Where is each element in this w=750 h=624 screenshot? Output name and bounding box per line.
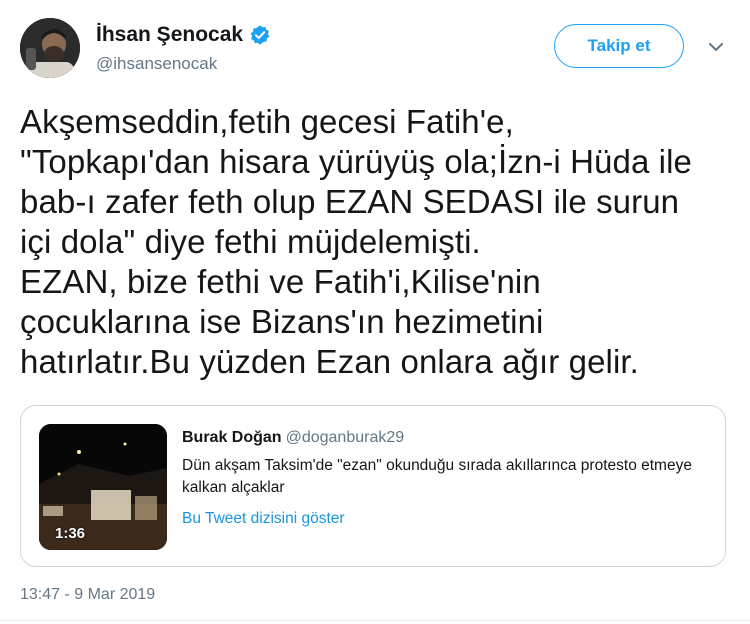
- show-thread-link[interactable]: Bu Tweet dizisini göster: [182, 510, 345, 528]
- tweet-line: içi dola" diye fethi müjdelemişti.: [20, 223, 481, 260]
- tweet-line: çocuklarına ise Bizans'ın hezimetini: [20, 303, 544, 340]
- quoted-tweet-text: Dün akşam Taksim'de "ezan" okunduğu sıra…: [182, 457, 692, 496]
- follow-button[interactable]: Takip et: [554, 24, 684, 68]
- divider: [0, 620, 750, 621]
- tweet-timestamp[interactable]: 13:47 - 9 Mar 2019: [20, 586, 155, 604]
- tweet-line: Akşemseddin,fetih gecesi Fatih'e,: [20, 103, 514, 140]
- chevron-down-icon[interactable]: [707, 40, 725, 54]
- author-avatar[interactable]: [20, 18, 80, 78]
- quoted-author-handle: @doganburak29: [285, 429, 405, 446]
- verified-badge-icon: [249, 24, 271, 46]
- quoted-tweet-card[interactable]: 1:36 Burak Doğan @doganburak29 Dün akşam …: [20, 405, 726, 567]
- video-thumbnail[interactable]: 1:36: [39, 424, 167, 550]
- author-handle[interactable]: @ihsansenocak: [96, 54, 217, 74]
- tweet-line: bab-ı zafer feth olup EZAN SEDASI ile su…: [20, 183, 680, 220]
- tweet-line: "Topkapı'dan hisara yürüyüş ola;İzn-i Hü…: [20, 143, 692, 180]
- author-name[interactable]: İhsan Şenocak: [96, 23, 243, 47]
- tweet-line: EZAN, bize fethi ve Fatih'i,Kilise'nin: [20, 263, 541, 300]
- video-duration: 1:36: [55, 525, 86, 542]
- tweet-text: Akşemseddin,fetih gecesi Fatih'e, "Topka…: [20, 102, 735, 382]
- quoted-author-name: Burak Doğan: [182, 429, 282, 446]
- profile-photo-icon: [20, 18, 80, 78]
- tweet-line: hatırlatır.Bu yüzden Ezan onlara ağır ge…: [20, 343, 639, 380]
